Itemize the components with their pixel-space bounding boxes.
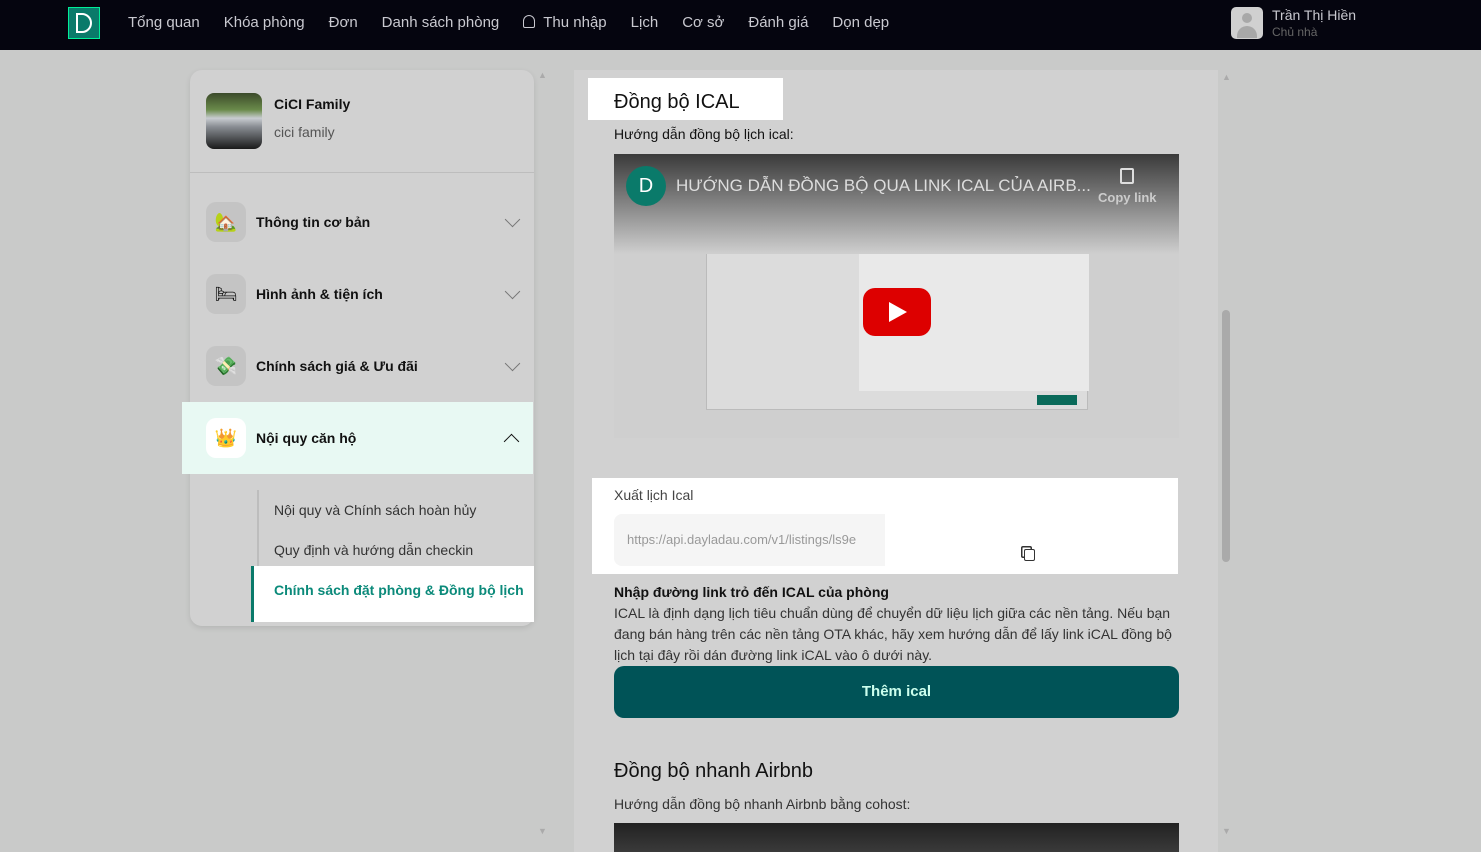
airbnb-guide-label: Hướng dẫn đồng bộ nhanh Airbnb bằng coho… (614, 796, 911, 812)
crown-icon: 👑 (206, 418, 246, 458)
top-nav: Tổng quan Khóa phòng Đơn Danh sách phòng… (0, 0, 1481, 50)
nav-khoa-phong[interactable]: Khóa phòng (224, 14, 305, 31)
nav-lich[interactable]: Lịch (631, 14, 659, 31)
nav-danh-sach-phong[interactable]: Danh sách phòng (382, 14, 500, 31)
add-ical-button[interactable]: Thêm ical (614, 666, 1179, 718)
import-description: ICAL là định dạng lịch tiêu chuẩn dùng đ… (614, 605, 1172, 663)
user-role: Chủ nhà (1272, 25, 1318, 39)
copy-link-label: Copy link (1098, 190, 1157, 205)
export-url-field[interactable]: https://api.dayladau.com/v1/listings/ls9… (614, 514, 885, 566)
export-label: Xuất lịch Ical (614, 487, 694, 503)
ical-video[interactable]: D HƯỚNG DẪN ĐỒNG BỘ QUA LINK ICAL CỦA AI… (614, 154, 1179, 438)
section-label: Hình ảnh & tiện ích (256, 286, 383, 302)
divider (190, 172, 534, 173)
export-ical: Xuất lịch Ical https://api.dayladau.com/… (592, 478, 1178, 574)
property-name: CiCI Family (274, 96, 351, 112)
ical-title: Đồng bộ ICAL (588, 78, 783, 120)
property-header: CiCI Family cici family (206, 93, 350, 149)
money-icon: 💸 (206, 346, 246, 386)
play-icon[interactable] (863, 288, 931, 336)
nav-tong-quan[interactable]: Tổng quan (128, 14, 200, 31)
sidebar-scroll-down[interactable]: ▼ (538, 826, 548, 836)
subitem-checkin[interactable]: Quy định và hướng dẫn checkin (274, 542, 473, 558)
nav-danh-gia[interactable]: Đánh giá (748, 14, 808, 31)
section-hinh-anh[interactable]: 🛏 Hình ảnh & tiện ích (190, 258, 534, 330)
channel-logo[interactable]: D (626, 166, 666, 206)
section-label: Thông tin cơ bản (256, 214, 371, 230)
section-chinh-sach-gia[interactable]: 💸 Chính sách giá & Ưu đãi (190, 330, 534, 402)
chevron-down-icon (504, 211, 521, 228)
video-title[interactable]: HƯỚNG DẪN ĐỒNG BỘ QUA LINK ICAL CỦA AIRB… (676, 176, 1091, 196)
section-label: Nội quy căn hộ (256, 430, 357, 446)
section-thong-tin-co-ban[interactable]: 🏡 Thông tin cơ bản (190, 186, 534, 258)
copy-icon (1120, 168, 1135, 184)
nav-thu-nhap[interactable]: Thu nhập (523, 14, 607, 31)
property-thumbnail (206, 93, 262, 149)
main-scroll-down[interactable]: ▼ (1222, 826, 1232, 836)
airbnb-title: Đồng bộ nhanh Airbnb (614, 760, 814, 782)
sidebar: CiCI Family cici family 🏡 Thông tin cơ bả… (182, 70, 534, 626)
copy-link-button[interactable]: Copy link (1098, 168, 1157, 205)
avatar (1231, 7, 1263, 39)
airbnb-video[interactable] (614, 823, 1179, 852)
app-logo[interactable] (68, 7, 100, 39)
bell-icon (523, 15, 536, 28)
main-scrollbar-thumb[interactable] (1222, 310, 1230, 562)
chevron-down-icon (504, 355, 521, 372)
nav-thu-nhap-label: Thu nhập (543, 14, 607, 31)
subitem-noi-quy-hoan-huy[interactable]: Nội quy và Chính sách hoàn hủy (274, 502, 476, 518)
nav-don-dep[interactable]: Dọn dẹp (832, 14, 889, 31)
property-subtitle: cici family (274, 124, 335, 140)
nav-co-so[interactable]: Cơ sở (682, 14, 724, 31)
copy-icon[interactable] (1024, 549, 1035, 561)
main-scroll-up[interactable]: ▲ (1222, 72, 1232, 82)
user-menu[interactable]: Trần Thị Hiền Chủ nhà (1231, 7, 1356, 39)
user-name: Trần Thị Hiền (1272, 7, 1357, 23)
section-label: Chính sách giá & Ưu đãi (256, 358, 418, 374)
chevron-up-icon (503, 433, 520, 450)
bed-icon: 🛏 (206, 274, 246, 314)
import-title: Nhập đường link trỏ đến ICAL của phòng (614, 584, 889, 600)
section-noi-quy[interactable]: 👑 Nội quy căn hộ (182, 402, 533, 474)
ical-guide-label: Hướng dẫn đồng bộ lịch ical: (614, 126, 794, 142)
nav-don[interactable]: Đơn (329, 14, 358, 31)
chevron-down-icon (504, 283, 521, 300)
subitem-dat-phong-dong-bo[interactable]: Chính sách đặt phòng & Đồng bộ lịch (251, 566, 534, 622)
sidebar-scroll-up[interactable]: ▲ (538, 70, 548, 80)
house-icon: 🏡 (206, 202, 246, 242)
